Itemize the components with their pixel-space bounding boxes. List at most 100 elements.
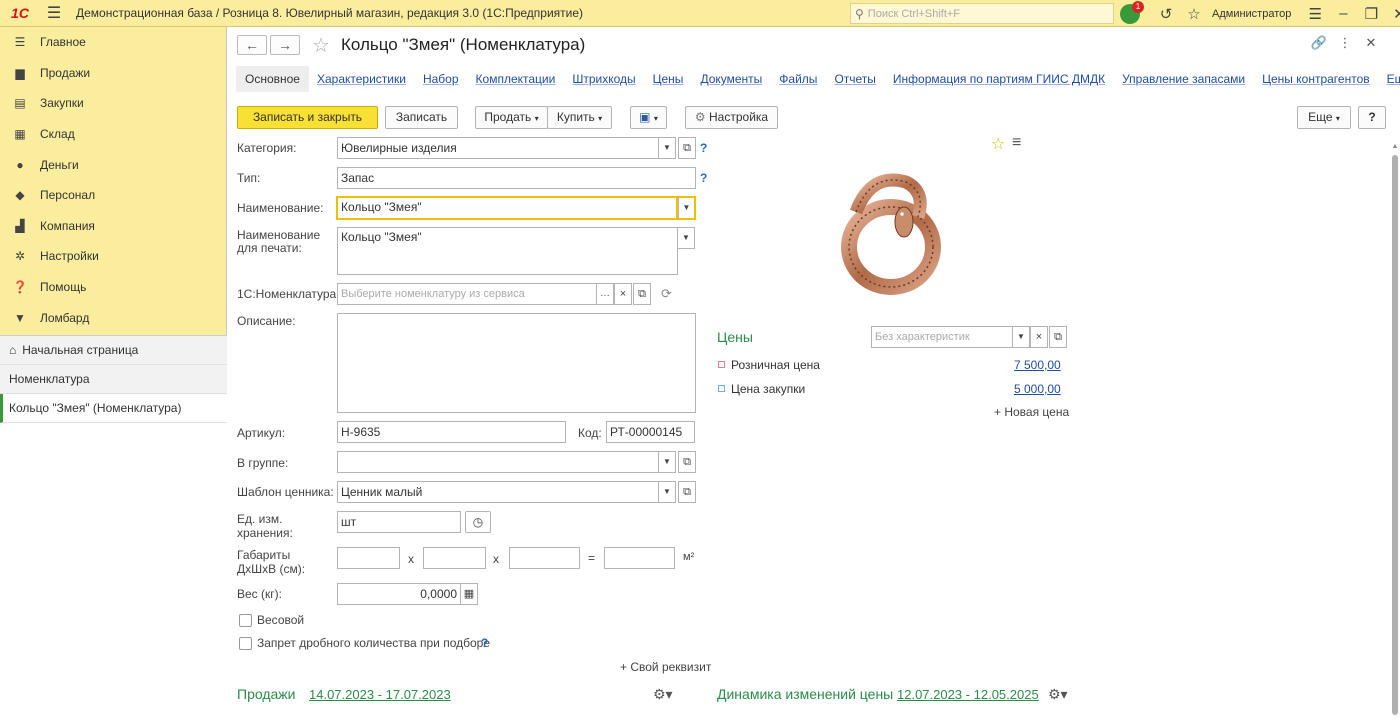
- retail-price-value[interactable]: 7 500,00: [1014, 358, 1061, 372]
- characteristic-field[interactable]: Без характеристик: [871, 326, 1013, 348]
- nom1c-select-button[interactable]: …: [596, 283, 614, 305]
- article-field[interactable]: Н-9635: [337, 421, 566, 443]
- weight-calc-button[interactable]: ▦: [460, 583, 478, 605]
- group-dropdown-button[interactable]: ▼: [658, 451, 676, 473]
- purchase-price-value[interactable]: 5 000,00: [1014, 382, 1061, 396]
- help-button[interactable]: ?: [1358, 106, 1386, 129]
- characteristic-clear-button[interactable]: ×: [1030, 326, 1048, 348]
- sell-button[interactable]: Продать ▾: [475, 106, 548, 129]
- group-field[interactable]: [337, 451, 659, 473]
- tab-prices[interactable]: Цены: [653, 72, 684, 86]
- sidebar-item-main[interactable]: ☰ Главное: [0, 27, 226, 58]
- link-icon[interactable]: 🔗: [1306, 35, 1332, 51]
- category-dropdown-button[interactable]: ▼: [658, 137, 676, 159]
- nom1c-clear-button[interactable]: ×: [614, 283, 632, 305]
- sidebar-item-warehouse[interactable]: ▦ Склад: [0, 119, 226, 150]
- length-field[interactable]: [337, 547, 400, 569]
- sync-icon[interactable]: ⟳: [661, 286, 672, 302]
- history-icon[interactable]: ↺: [1152, 5, 1180, 23]
- fraction-ban-help-icon[interactable]: ?: [481, 636, 488, 650]
- more-button[interactable]: Еще ▾: [1297, 106, 1351, 129]
- back-button[interactable]: ←: [237, 35, 267, 55]
- open-window-nomenclature[interactable]: Номенклатура: [0, 365, 227, 394]
- scroll-up-icon[interactable]: ▲: [1390, 143, 1400, 150]
- notifications-icon[interactable]: 1: [1120, 0, 1144, 24]
- restore-icon[interactable]: ❐: [1357, 5, 1385, 23]
- characteristic-open-button[interactable]: ⧉: [1049, 326, 1067, 348]
- close-form-icon[interactable]: ✕: [1358, 35, 1384, 51]
- description-field[interactable]: [337, 313, 696, 413]
- price-tag-field[interactable]: Ценник малый: [337, 481, 659, 503]
- sidebar-item-purchases[interactable]: ▤ Закупки: [0, 88, 226, 119]
- buy-button[interactable]: Купить ▾: [547, 106, 612, 129]
- sales-period-link[interactable]: 14.07.2023 - 17.07.2023: [309, 687, 451, 702]
- tab-barcodes[interactable]: Штрихкоды: [572, 72, 635, 86]
- price-tag-open-button[interactable]: ⧉: [678, 481, 696, 503]
- sidebar-item-money[interactable]: ● Деньги: [0, 149, 226, 180]
- tab-stock-management[interactable]: Управление запасами: [1122, 72, 1245, 86]
- price-dynamics-settings-icon[interactable]: ⚙▾: [1048, 686, 1068, 703]
- favorites-star-icon[interactable]: ☆: [1180, 5, 1208, 23]
- category-field[interactable]: Ювелирные изделия: [337, 137, 659, 159]
- more-vertical-icon[interactable]: ⋮: [1332, 35, 1358, 51]
- tab-kits[interactable]: Комплектации: [476, 72, 556, 86]
- vertical-scrollbar[interactable]: ▲: [1390, 143, 1400, 715]
- settings-button[interactable]: ⚙ Настройка: [685, 106, 778, 129]
- type-help-icon[interactable]: ?: [700, 171, 707, 185]
- sidebar-item-company[interactable]: ▟ Компания: [0, 211, 226, 242]
- scrollbar-thumb[interactable]: [1392, 155, 1398, 715]
- area-field[interactable]: [604, 547, 675, 569]
- weighted-checkbox[interactable]: [239, 614, 252, 627]
- sidebar-item-settings[interactable]: ✲ Настройки: [0, 241, 226, 272]
- unit-history-button[interactable]: ◷: [465, 511, 491, 533]
- type-field[interactable]: Запас: [337, 167, 696, 189]
- width-field[interactable]: [423, 547, 486, 569]
- close-icon[interactable]: ✕: [1385, 5, 1400, 23]
- sidebar-item-help[interactable]: ❓ Помощь: [0, 272, 226, 303]
- print-name-field[interactable]: Кольцо "Змея": [337, 227, 678, 275]
- characteristic-dropdown-button[interactable]: ▼: [1012, 326, 1030, 348]
- sidebar-item-pawnshop[interactable]: ▼ Ломбард: [0, 302, 226, 333]
- favorite-star-icon[interactable]: ☆: [312, 33, 330, 58]
- weight-field[interactable]: 0,0000: [337, 583, 461, 605]
- image-menu-icon[interactable]: ≡: [1012, 134, 1021, 152]
- nom1c-open-button[interactable]: ⧉: [633, 283, 651, 305]
- forward-button[interactable]: →: [270, 35, 300, 55]
- open-window-current[interactable]: Кольцо "Змея" (Номенклатура): [0, 394, 227, 423]
- tab-files[interactable]: Файлы: [779, 72, 817, 86]
- sidebar-item-personnel[interactable]: ◆ Персонал: [0, 180, 226, 211]
- tab-characteristics[interactable]: Характеристики: [317, 72, 406, 86]
- print-button[interactable]: ▣ ▾: [630, 106, 667, 129]
- tab-set[interactable]: Набор: [423, 72, 459, 86]
- tab-counterparty-prices[interactable]: Цены контрагентов: [1262, 72, 1370, 86]
- product-image[interactable]: [826, 152, 956, 302]
- image-favorite-star-icon[interactable]: ☆: [991, 134, 1005, 154]
- save-and-close-button[interactable]: Записать и закрыть: [237, 106, 378, 129]
- tab-giis-batches[interactable]: Информация по партиям ГИИС ДМДК: [893, 72, 1105, 86]
- tab-main[interactable]: Основное: [236, 66, 309, 92]
- search-input[interactable]: ⚲ Поиск Ctrl+Shift+F: [850, 3, 1114, 24]
- main-menu-icon[interactable]: ☰: [40, 3, 68, 23]
- add-custom-attribute-link[interactable]: + Свой реквизит: [620, 660, 711, 674]
- fraction-ban-checkbox[interactable]: [239, 637, 252, 650]
- name-field[interactable]: Кольцо "Змея": [336, 196, 678, 220]
- new-price-link[interactable]: + Новая цена: [994, 405, 1069, 419]
- group-open-button[interactable]: ⧉: [678, 451, 696, 473]
- minimize-icon[interactable]: –: [1329, 5, 1357, 22]
- category-help-icon[interactable]: ?: [700, 141, 707, 155]
- open-window-home[interactable]: ⌂ Начальная страница: [0, 336, 227, 365]
- print-name-dropdown-button[interactable]: ▼: [677, 227, 695, 249]
- settings-menu-icon[interactable]: ☰: [1301, 5, 1329, 23]
- tab-more[interactable]: Еще...: [1387, 72, 1400, 86]
- category-open-button[interactable]: ⧉: [678, 137, 696, 159]
- sales-settings-icon[interactable]: ⚙▾: [653, 686, 673, 703]
- nom1c-field[interactable]: Выберите номенклатуру из сервиса: [337, 283, 597, 305]
- sidebar-item-sales[interactable]: ▆ Продажи: [0, 58, 226, 89]
- tab-documents[interactable]: Документы: [700, 72, 762, 86]
- price-dynamics-period-link[interactable]: 12.07.2023 - 12.05.2025: [897, 687, 1039, 702]
- code-field[interactable]: РТ-00000145: [606, 421, 695, 443]
- name-dropdown-button[interactable]: ▼: [678, 196, 696, 220]
- tab-reports[interactable]: Отчеты: [834, 72, 875, 86]
- user-name[interactable]: Администратор: [1212, 8, 1291, 20]
- unit-field[interactable]: шт: [337, 511, 461, 533]
